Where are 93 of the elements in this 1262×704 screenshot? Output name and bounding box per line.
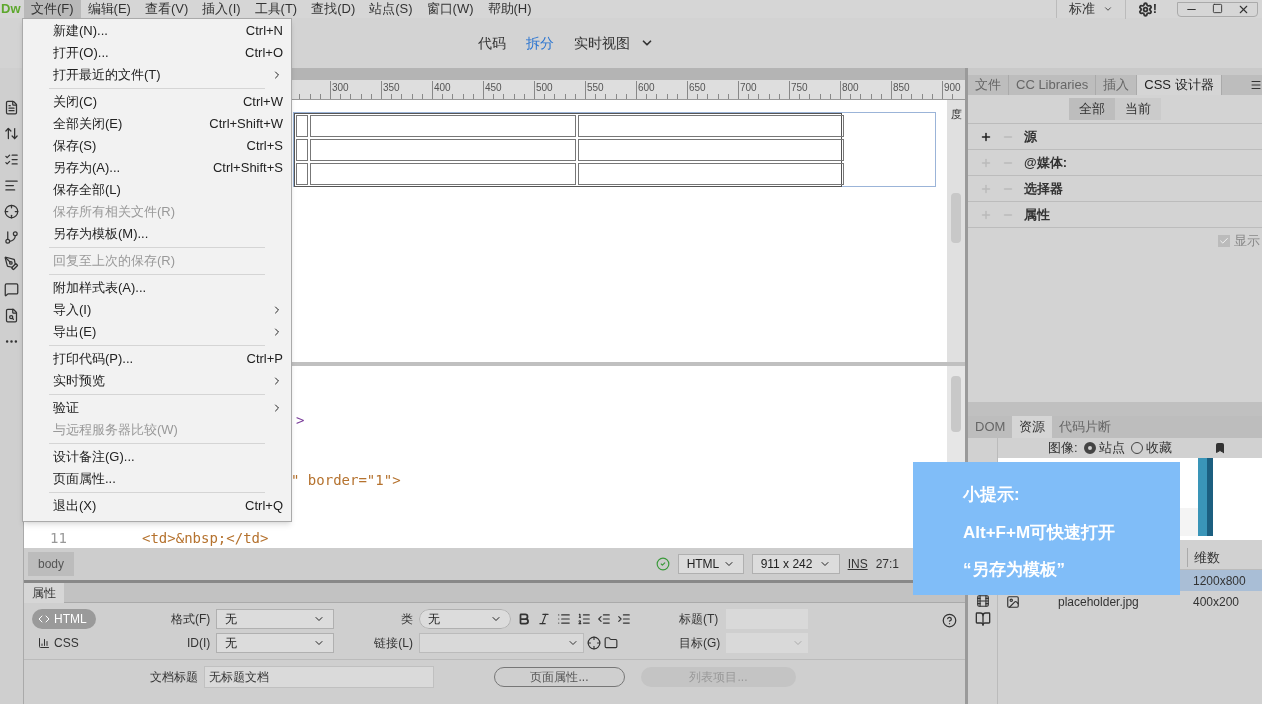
ruler-label: 550	[587, 81, 604, 95]
tag-selector[interactable]: body	[28, 552, 75, 576]
ruler-label: 750	[791, 81, 808, 95]
ruler-label: 400	[434, 81, 451, 95]
class-dropdown[interactable]: 无	[419, 609, 511, 629]
menu-item[interactable]: 站点(S)	[362, 0, 420, 18]
field-label: 图像:	[1048, 439, 1078, 458]
tip-text: Alt+F+M可快速打开	[963, 521, 1117, 544]
menu-entry[interactable]: 验证	[23, 397, 291, 419]
menu-entry[interactable]: 新建(N)... Ctrl+N	[23, 20, 291, 42]
shortcut-text: Ctrl+S	[246, 137, 283, 156]
ruler-label: 900	[944, 81, 961, 95]
menu-entry[interactable]: 打开(O)... Ctrl+O	[23, 42, 291, 64]
side-text: 度	[950, 107, 962, 122]
menu-item[interactable]: 查找(D)	[304, 0, 363, 18]
menu-entry[interactable]: 设计备注(G)...	[23, 446, 291, 468]
mode-button[interactable]: CSS	[32, 633, 96, 653]
ruler-label: 650	[689, 81, 706, 95]
shortcut-text: Ctrl+N	[245, 22, 283, 41]
dimension-text: 400x200	[1192, 593, 1241, 611]
menu-entry[interactable]: 附加样式表(A)...	[23, 277, 291, 299]
id-dropdown[interactable]: 无	[216, 633, 335, 653]
menu-entry[interactable]: 保存(S) Ctrl+S	[23, 135, 291, 157]
ruler-label: 700	[740, 81, 757, 95]
cursor-position: 27:1	[875, 556, 900, 573]
menu-entry[interactable]: 全部关闭(E) Ctrl+Shift+W	[23, 113, 291, 135]
code-text: <td>&nbsp;</td>	[142, 529, 269, 548]
line-number: 11	[50, 529, 67, 548]
panel-tab[interactable]: 资源	[1012, 416, 1053, 438]
shortcut-text: Ctrl+Q	[245, 497, 283, 516]
menu-item[interactable]: 帮助(H)	[480, 0, 539, 18]
view-tab[interactable]: 代码	[468, 32, 516, 54]
section-label[interactable]: 属性	[1024, 204, 1050, 225]
panel-tab[interactable]: CSS 设计器	[1137, 75, 1222, 95]
format-dropdown[interactable]: 无	[216, 609, 335, 629]
menu-item[interactable]: 文件(F)	[24, 0, 81, 18]
menu-item[interactable]: 工具(T)	[247, 0, 305, 18]
menu-entry[interactable]: 打印代码(P)... Ctrl+P	[23, 348, 291, 370]
menu-entry[interactable]: 导入(I)	[23, 299, 291, 321]
tip-title: 小提示:	[963, 484, 1021, 506]
menu-entry[interactable]: 另存为模板(M)...	[23, 223, 291, 245]
shortcut-text: Ctrl+P	[246, 350, 283, 369]
view-tab[interactable]: 实时视图	[564, 32, 640, 54]
field-label: 文档标题	[150, 669, 198, 686]
menu-item[interactable]: 窗口(W)	[419, 0, 481, 18]
section-label[interactable]: @媒体:	[1024, 152, 1067, 173]
field-label: 目标(G)	[679, 635, 721, 652]
menu-entry[interactable]: 导出(E)	[23, 321, 291, 343]
dimension-text: 1200x800	[1192, 572, 1247, 590]
radio-label[interactable]: 收藏	[1145, 438, 1172, 458]
code-text: " border="1">	[291, 471, 401, 490]
scope-tab[interactable]: 全部	[1069, 98, 1115, 120]
field-label: 格式(F)	[171, 611, 211, 628]
menu-entry[interactable]: 另存为(A)... Ctrl+Shift+S	[23, 157, 291, 179]
menu-item[interactable]: 编辑(E)	[80, 0, 138, 18]
ruler-label: 450	[485, 81, 502, 95]
ruler-label: 350	[383, 81, 400, 95]
menu-entry[interactable]: 打开最近的文件(T)	[23, 64, 291, 86]
menu-entry[interactable]: 保存全部(L)	[23, 179, 291, 201]
section-label[interactable]: 源	[1024, 126, 1037, 147]
app-logo: Dw	[0, 0, 22, 19]
ruler-label: 300	[332, 81, 349, 95]
window-size-dropdown[interactable]: 911 x 242	[751, 554, 840, 574]
shortcut-text: Ctrl+O	[245, 44, 283, 63]
ruler-label: 500	[536, 81, 553, 95]
ruler-label: 800	[842, 81, 859, 95]
insert-mode[interactable]: INS	[847, 555, 868, 573]
menu-item[interactable]: 插入(I)	[195, 0, 248, 18]
radio-label[interactable]: 站点	[1098, 438, 1125, 458]
field-label: 标题(T)	[679, 611, 720, 628]
document-type-dropdown[interactable]: HTML	[677, 554, 744, 574]
asset-row[interactable]: placeholder.jpg 400x200	[998, 591, 1262, 612]
shortcut-text: Ctrl+Shift+S	[212, 159, 283, 178]
file-name: placeholder.jpg	[1058, 593, 1139, 611]
code-text: >	[296, 411, 305, 430]
menu-entry[interactable]: 页面属性...	[23, 468, 291, 490]
field-label: ID(I)	[186, 635, 211, 652]
field-label: 类	[400, 611, 413, 628]
menu-item[interactable]: 查看(V)	[137, 0, 196, 18]
shortcut-text: Ctrl+Shift+W	[209, 115, 283, 134]
column-header[interactable]: 维数	[1187, 547, 1262, 568]
document-title-field[interactable]: 无标题文档	[204, 666, 434, 688]
ruler-label: 850	[893, 81, 910, 95]
menu-entry[interactable]: 退出(X) Ctrl+Q	[23, 495, 291, 517]
shortcut-text: Ctrl+W	[242, 93, 283, 112]
menu-entry[interactable]: 关闭(C) Ctrl+W	[23, 91, 291, 113]
section-label[interactable]: 选择器	[1024, 178, 1063, 199]
scope-tab[interactable]: 当前	[1115, 98, 1161, 120]
panel-tab[interactable]: 属性	[24, 583, 64, 603]
field-label: 链接(L)	[374, 635, 413, 652]
ruler-label: 600	[638, 81, 655, 95]
menu-entry[interactable]: 实时预览	[23, 370, 291, 392]
tip-text: “另存为模板”	[963, 559, 1066, 581]
